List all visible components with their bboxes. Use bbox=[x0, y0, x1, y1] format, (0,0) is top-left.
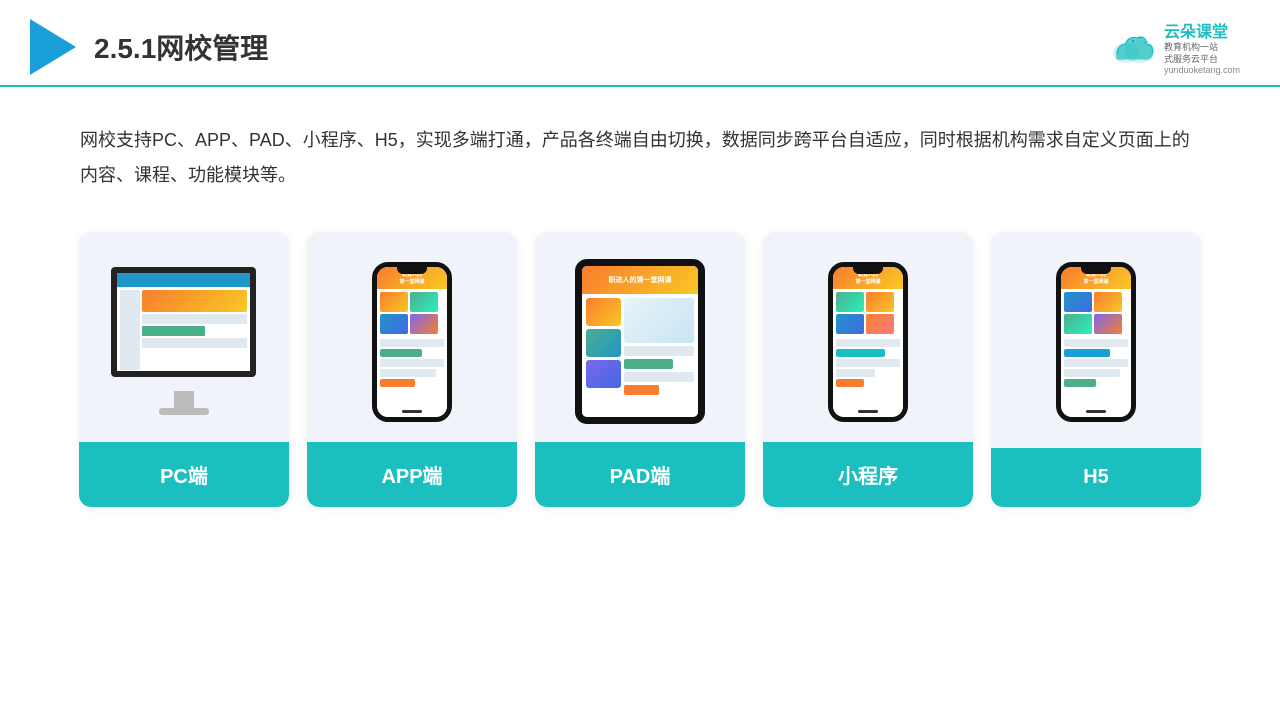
card-pad-label: PAD端 bbox=[535, 442, 745, 507]
card-pad[interactable]: 职进人的第一堂网课 bbox=[535, 232, 745, 507]
monitor-device bbox=[99, 267, 269, 417]
card-miniprogram-label: 小程序 bbox=[763, 442, 973, 507]
card-h5[interactable]: 职进人的第一堂网课 H5 bbox=[991, 232, 1201, 507]
card-pc[interactable]: PC端 bbox=[79, 232, 289, 507]
cloud-icon bbox=[1108, 29, 1158, 65]
brand-name: 云朵课堂 bbox=[1164, 18, 1228, 42]
card-app-label: APP端 bbox=[307, 442, 517, 507]
phone-device: 职进人的第一堂网课 bbox=[372, 262, 452, 422]
header-right: 云朵课堂 教育机构一站 式服务云平台 yunduoketang.com bbox=[1108, 18, 1240, 75]
brand-logo: 云朵课堂 教育机构一站 式服务云平台 yunduoketang.com bbox=[1108, 18, 1240, 75]
card-pad-image: 职进人的第一堂网课 bbox=[535, 232, 745, 442]
card-h5-label: H5 bbox=[991, 448, 1201, 507]
card-app-image: 职进人的第一堂网课 bbox=[307, 232, 517, 442]
card-pc-label: PC端 bbox=[79, 442, 289, 507]
brand-sub: 教育机构一站 式服务云平台 bbox=[1164, 42, 1218, 65]
description-paragraph: 网校支持PC、APP、PAD、小程序、H5，实现多端打通，产品各终端自由切换，数… bbox=[80, 123, 1200, 191]
pad-device: 职进人的第一堂网课 bbox=[575, 259, 705, 424]
brand-url: yunduoketang.com bbox=[1164, 65, 1240, 75]
miniprogram-phone-device: 职进人的第一堂网课 bbox=[828, 262, 908, 422]
brand-text: 云朵课堂 教育机构一站 式服务云平台 yunduoketang.com bbox=[1164, 18, 1240, 75]
card-app[interactable]: 职进人的第一堂网课 APP端 bbox=[307, 232, 517, 507]
card-h5-image: 职进人的第一堂网课 bbox=[991, 232, 1201, 442]
card-miniprogram[interactable]: 职进人的第一堂网课 小程序 bbox=[763, 232, 973, 507]
header-left: 2.5.1网校管理 bbox=[30, 19, 268, 75]
card-miniprogram-image: 职进人的第一堂网课 bbox=[763, 232, 973, 442]
description-text: 网校支持PC、APP、PAD、小程序、H5，实现多端打通，产品各终端自由切换，数… bbox=[0, 87, 1280, 211]
cards-area: PC端 职进人的第一堂网课 bbox=[0, 212, 1280, 527]
page-title: 2.5.1网校管理 bbox=[94, 27, 268, 67]
h5-phone-device: 职进人的第一堂网课 bbox=[1056, 262, 1136, 422]
card-pc-image bbox=[79, 232, 289, 442]
header: 2.5.1网校管理 云朵课堂 教育机构一站 式服务云平台 yunduo bbox=[0, 0, 1280, 87]
play-triangle-icon bbox=[30, 19, 76, 75]
